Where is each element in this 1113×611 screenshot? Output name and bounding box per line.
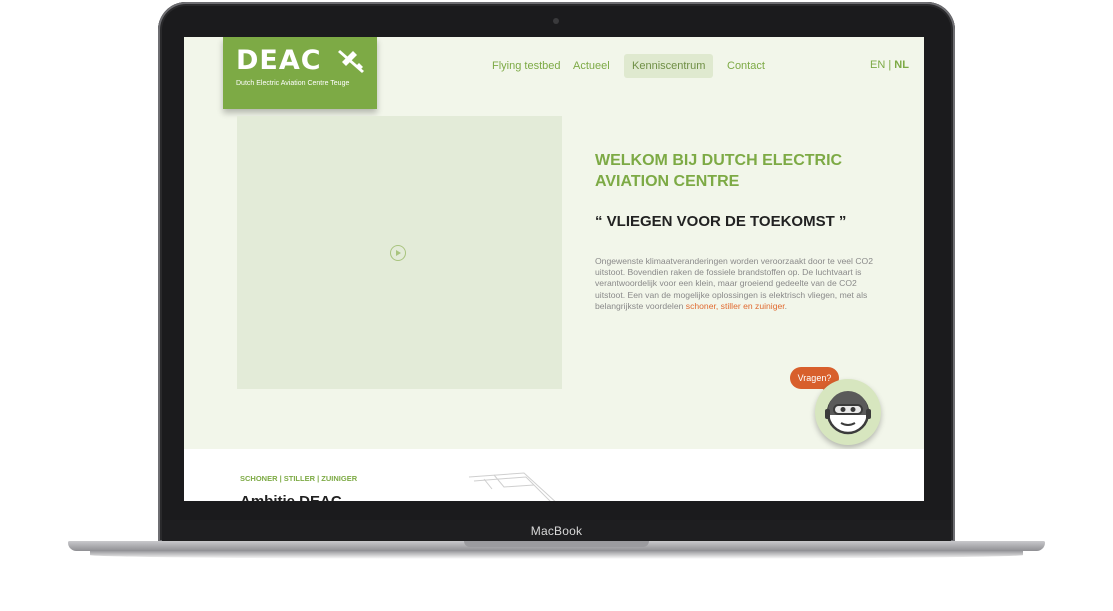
website-screen: DEAC Dutch Electric Aviation Centre Teug… <box>184 37 924 501</box>
pilot-helmet-icon <box>825 391 871 435</box>
laptop-notch <box>464 541 649 547</box>
camera-icon <box>553 18 559 24</box>
welcome-heading: WELKOM BIJ DUTCH ELECTRIC AVIATION CENTR… <box>595 152 843 190</box>
airplane-icon <box>338 50 364 73</box>
slogan: “ VLIEGEN VOOR DE TOEKOMST ” <box>595 213 847 230</box>
logo-subtitle: Dutch Electric Aviation Centre Teuge <box>236 80 350 87</box>
logo-word: DEAC <box>236 45 322 76</box>
section-tagline: SCHONER | STILLER | ZUINIGER <box>240 474 358 483</box>
deac-logo[interactable]: DEAC Dutch Electric Aviation Centre Teug… <box>223 37 377 109</box>
ambition-section: SCHONER | STILLER | ZUINIGER Ambitie DEA… <box>184 449 924 501</box>
nav-kenniscentrum[interactable]: Kenniscentrum <box>624 54 714 78</box>
aircraft-sketch-icon <box>468 472 556 501</box>
play-icon[interactable] <box>390 245 406 261</box>
chat-avatar[interactable] <box>815 379 881 445</box>
section-heading: Ambitie DEAC <box>240 493 342 501</box>
video-player[interactable] <box>237 116 562 389</box>
laptop-shadow <box>90 551 1023 559</box>
intro-end: . <box>784 300 788 311</box>
lang-nl[interactable]: NL <box>894 59 909 71</box>
device-brand: MacBook <box>530 524 583 538</box>
intro-text: Ongewenste klimaatveranderingen worden v… <box>595 256 875 312</box>
lang-separator: | <box>888 59 892 71</box>
lang-en[interactable]: EN <box>870 59 885 71</box>
nav-contact[interactable]: Contact <box>719 54 773 78</box>
intro-highlight: schoner, stiller en zuiniger <box>685 300 785 311</box>
language-switch: EN | NL <box>870 59 909 71</box>
nav-flying-testbed[interactable]: Flying testbed <box>484 54 568 78</box>
nav-actueel[interactable]: Actueel <box>565 54 618 78</box>
